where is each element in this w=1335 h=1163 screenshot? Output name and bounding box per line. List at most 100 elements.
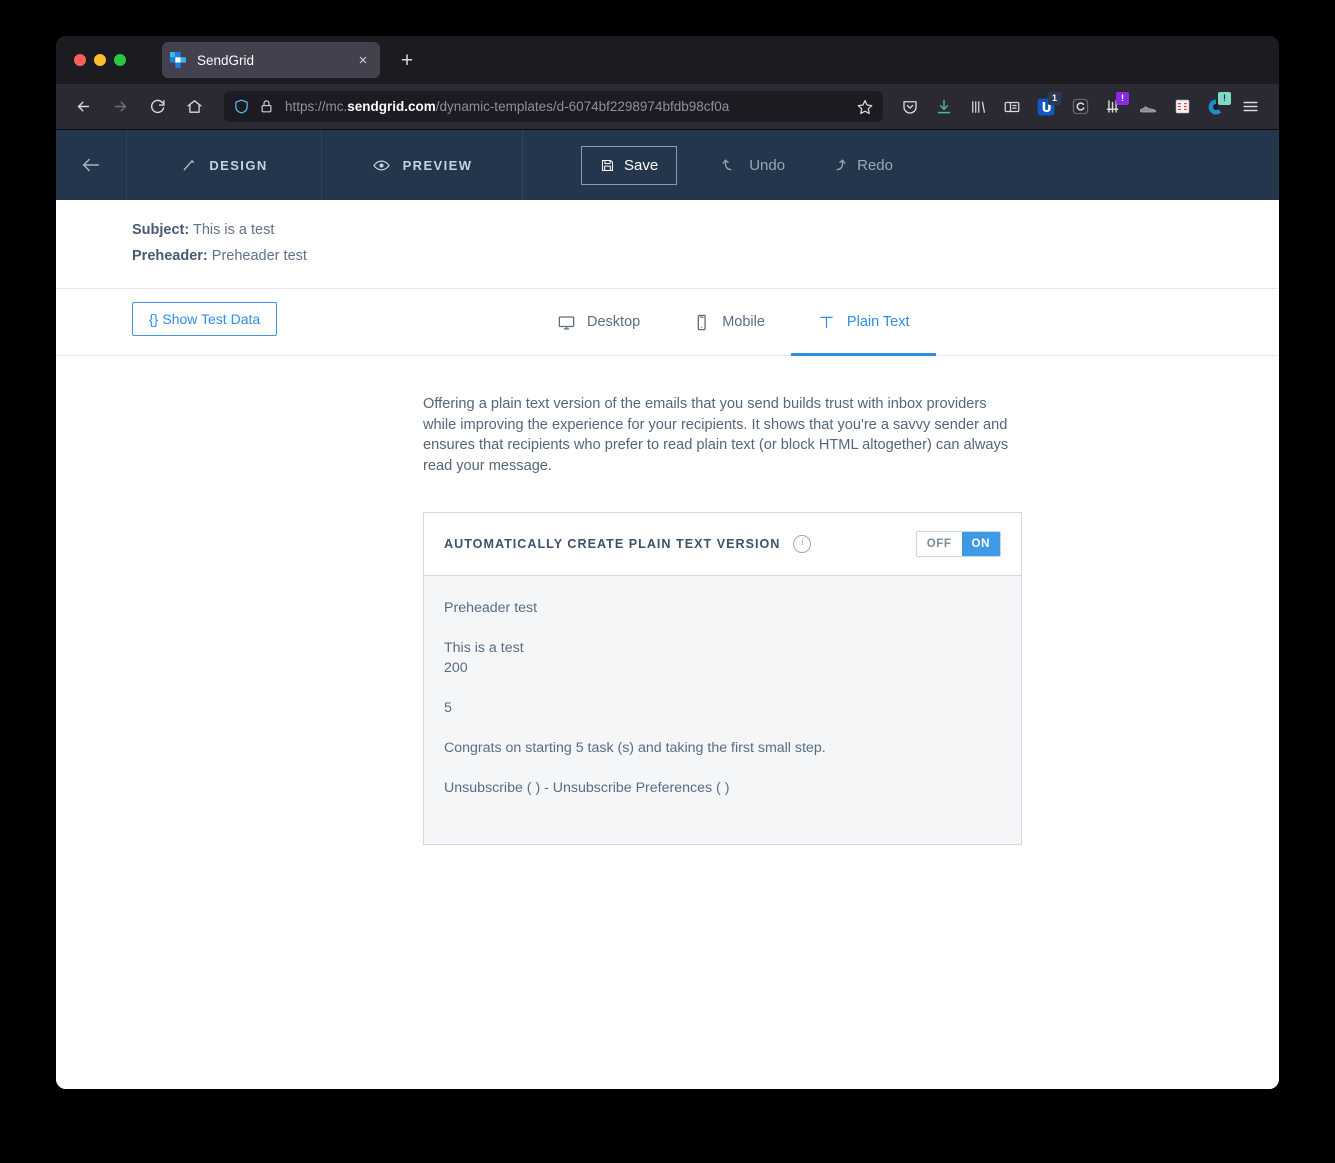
extension-circle-e-icon[interactable] xyxy=(1063,91,1097,123)
subject-value[interactable]: This is a test xyxy=(193,222,274,238)
plain-text-body[interactable]: Preheader test This is a test 200 5 Cong… xyxy=(424,576,1021,844)
close-icon[interactable]: × xyxy=(354,51,372,69)
plain-text-blank xyxy=(444,618,1001,638)
home-icon[interactable] xyxy=(179,92,209,122)
toggle-option-on[interactable]: ON xyxy=(961,532,1000,556)
plain-text-line: Preheader test xyxy=(444,600,538,616)
tab-design-label: DESIGN xyxy=(209,157,268,173)
extension-purple-icon[interactable]: ! xyxy=(1097,91,1131,123)
plain-text-blank xyxy=(444,758,1001,778)
preheader-row: Preheader: Preheader test xyxy=(132,248,1279,264)
text-t-icon xyxy=(817,313,836,332)
undo-button[interactable]: Undo xyxy=(677,130,785,200)
screenshot-root: SendGrid × + https://mc.sendgrid.com/dyn… xyxy=(0,0,1335,1163)
lock-icon[interactable] xyxy=(259,99,274,114)
save-button-label: Save xyxy=(624,156,659,174)
library-icon[interactable] xyxy=(961,91,995,123)
eye-icon xyxy=(372,156,391,175)
browser-window: SendGrid × + https://mc.sendgrid.com/dyn… xyxy=(56,36,1279,1089)
plain-text-blank xyxy=(444,678,1001,698)
extension-red-grid-icon[interactable] xyxy=(1165,91,1199,123)
window-controls xyxy=(74,54,126,66)
redo-button[interactable]: Redo xyxy=(785,130,893,200)
plain-text-blank xyxy=(444,718,1001,738)
subject-label: Subject: xyxy=(132,222,190,238)
maximize-window-button[interactable] xyxy=(114,54,126,66)
undo-label: Undo xyxy=(749,156,786,174)
subject-row: Subject: This is a test xyxy=(132,222,1279,238)
shield-icon[interactable] xyxy=(233,98,250,115)
browser-tab[interactable]: SendGrid × xyxy=(162,42,380,78)
bookmark-star-icon[interactable] xyxy=(856,98,874,116)
extension-badge: 1 xyxy=(1048,91,1061,105)
back-icon[interactable] xyxy=(68,92,98,122)
minimize-window-button[interactable] xyxy=(94,54,106,66)
tab-desktop[interactable]: Desktop xyxy=(531,289,666,355)
tab-preview-label: PREVIEW xyxy=(402,157,473,173)
tab-mobile[interactable]: Mobile xyxy=(666,289,791,355)
save-button[interactable]: Save xyxy=(581,145,678,185)
url-text[interactable]: https://mc.sendgrid.com/dynamic-template… xyxy=(285,99,850,114)
plain-text-content: Offering a plain text version of the ema… xyxy=(56,356,1279,1089)
hamburger-menu-icon[interactable] xyxy=(1233,91,1267,123)
pocket-icon[interactable] xyxy=(893,91,927,123)
plain-text-description: Offering a plain text version of the ema… xyxy=(423,396,1009,474)
url-domain: sendgrid.com xyxy=(347,99,436,114)
auto-plain-text-panel: AUTOMATICALLY CREATE PLAIN TEXT VERSION … xyxy=(423,512,1022,845)
url-bar[interactable]: https://mc.sendgrid.com/dynamic-template… xyxy=(224,91,883,122)
save-button-wrapper: Save xyxy=(523,130,678,200)
browser-tabstrip: SendGrid × + xyxy=(56,36,1279,84)
app-toolbar: DESIGN PREVIEW Save Undo Redo xyxy=(56,130,1279,200)
extension-shoe-icon[interactable] xyxy=(1131,91,1165,123)
reload-icon[interactable] xyxy=(142,92,172,122)
desktop-icon xyxy=(557,313,576,332)
plain-text-line: Unsubscribe ( ) - Unsubscribe Preference… xyxy=(444,780,730,796)
redo-icon xyxy=(829,156,847,174)
auto-create-toggle[interactable]: OFF ON xyxy=(915,531,1001,557)
close-window-button[interactable] xyxy=(74,54,86,66)
plain-text-line: 200 xyxy=(444,660,468,676)
forward-icon[interactable] xyxy=(105,92,135,122)
tab-design[interactable]: DESIGN xyxy=(127,130,322,200)
info-icon[interactable]: i xyxy=(793,535,812,553)
tab-preview[interactable]: PREVIEW xyxy=(322,130,523,200)
show-test-data-button[interactable]: {} Show Test Data xyxy=(132,302,278,336)
tab-desktop-label: Desktop xyxy=(587,314,641,330)
extension-badge: ! xyxy=(1116,91,1129,105)
email-meta-block: Subject: This is a test Preheader: Prehe… xyxy=(56,200,1279,289)
preheader-label: Preheader: xyxy=(132,248,208,264)
toggle-option-off[interactable]: OFF xyxy=(916,532,962,556)
reader-sidebar-icon[interactable] xyxy=(995,91,1029,123)
tab-plain-text[interactable]: Plain Text xyxy=(790,289,936,356)
view-tabs-row: {} Show Test Data Desktop Mobile Plain T… xyxy=(56,289,1279,356)
floppy-disk-icon xyxy=(600,158,615,173)
plain-text-line: This is a test xyxy=(444,640,524,656)
plain-text-line: 5 xyxy=(444,700,452,716)
extension-teal-icon[interactable]: ! xyxy=(1199,91,1233,123)
browser-tab-title: SendGrid xyxy=(197,52,255,68)
pencil-icon xyxy=(180,157,197,174)
extension-badge: ! xyxy=(1218,91,1231,105)
plain-text-line: Congrats on starting 5 task (s) and taki… xyxy=(444,740,826,756)
view-tabs: Desktop Mobile Plain Text xyxy=(531,289,936,356)
undo-icon xyxy=(721,156,739,174)
extensions-tray: 1 ! ! xyxy=(893,91,1267,123)
panel-header: AUTOMATICALLY CREATE PLAIN TEXT VERSION … xyxy=(424,513,1021,576)
extension-blue-icon[interactable]: 1 xyxy=(1029,91,1063,123)
panel-title: AUTOMATICALLY CREATE PLAIN TEXT VERSION xyxy=(444,537,781,551)
new-tab-button[interactable]: + xyxy=(394,47,420,73)
redo-label: Redo xyxy=(857,156,893,174)
sendgrid-logo-icon xyxy=(170,52,186,68)
tab-plain-text-label: Plain Text xyxy=(846,314,910,330)
editor-back-button[interactable] xyxy=(56,130,127,200)
url-path: /dynamic-templates/d-6074bf2298974bfdb98… xyxy=(435,99,730,114)
downloads-icon[interactable] xyxy=(927,91,961,123)
browser-navbar: https://mc.sendgrid.com/dynamic-template… xyxy=(56,84,1279,130)
show-test-data-label: Show Test Data xyxy=(162,311,261,327)
tab-mobile-label: Mobile xyxy=(722,314,765,330)
preheader-value[interactable]: Preheader test xyxy=(212,248,307,264)
page-viewport: DESIGN PREVIEW Save Undo Redo Subject: T… xyxy=(56,130,1279,1089)
braces-icon: {} xyxy=(149,311,159,327)
url-scheme: https://mc. xyxy=(285,99,348,114)
mobile-icon xyxy=(692,313,711,332)
